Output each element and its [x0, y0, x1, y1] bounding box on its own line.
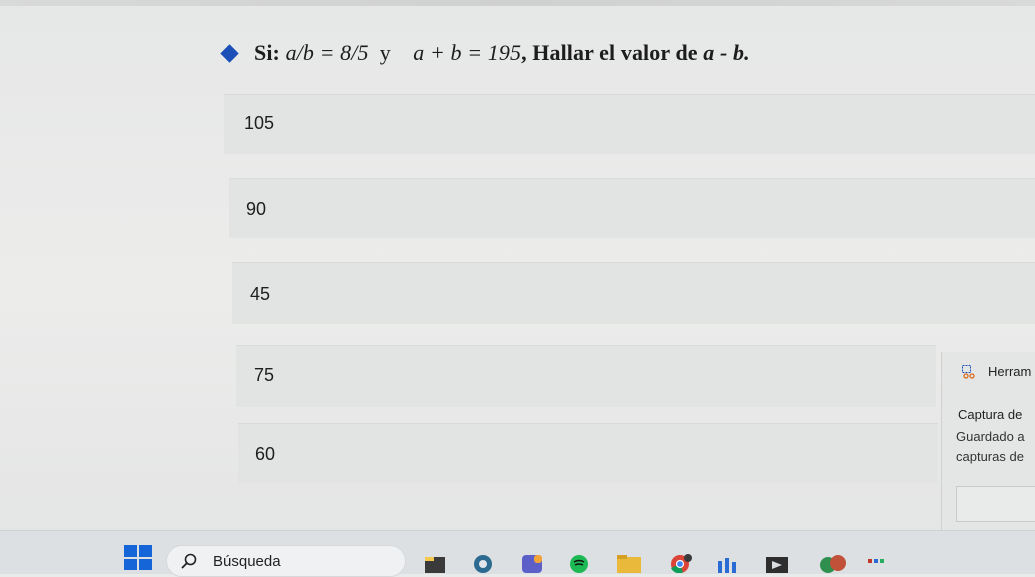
search-icon	[181, 553, 197, 569]
answer-option-label: 75	[254, 365, 275, 385]
browser-icon[interactable]	[472, 553, 494, 573]
question-condition-1: a/b = 8/5	[285, 40, 369, 65]
file-explorer-icon[interactable]	[424, 553, 446, 573]
notification-preview[interactable]	[956, 486, 1035, 522]
search-label: Búsqueda	[213, 552, 281, 570]
question-diamond-icon	[220, 43, 239, 63]
notification-title: Captura de	[958, 407, 1023, 422]
question-target: a - b.	[703, 40, 750, 65]
app-icon[interactable]	[818, 553, 848, 573]
answer-option-label: 45	[250, 284, 271, 304]
answer-option-b[interactable]: 90	[229, 178, 1035, 238]
question-connector	[369, 40, 380, 65]
question-condition-2: a + b = 195	[413, 40, 522, 65]
taskbar-search[interactable]: Búsqueda	[166, 545, 406, 577]
snipping-tool-icon	[962, 364, 975, 379]
answer-option-d[interactable]: 75	[236, 345, 936, 407]
notification-line-2: capturas de	[956, 449, 1024, 464]
app-icon[interactable]	[764, 553, 790, 573]
notification-app-name: Herram	[988, 364, 1032, 379]
top-edge	[0, 0, 1035, 6]
chrome-icon[interactable]	[668, 553, 694, 573]
answer-option-e[interactable]: 60	[238, 423, 938, 483]
question: Si: a/b = 8/5 y a + b = 195, Hallar el v…	[220, 40, 750, 66]
question-suffix: , Hallar el valor de	[521, 40, 704, 65]
snipping-tool-notification[interactable]: Herram Captura de Guardado a capturas de	[941, 352, 1035, 538]
quiz-page: Si: a/b = 8/5 y a + b = 195, Hallar el v…	[0, 0, 1035, 577]
notification-line-1: Guardado a	[956, 429, 1025, 444]
answer-option-a[interactable]: 105	[224, 94, 1035, 154]
answer-option-c[interactable]: 45	[232, 262, 1035, 324]
folder-icon[interactable]	[616, 553, 642, 573]
question-connector-word: y	[379, 40, 391, 65]
app-icon[interactable]	[866, 553, 888, 573]
notification-header: Herram	[962, 364, 1031, 379]
question-text: Si: a/b = 8/5 y a + b = 195, Hallar el v…	[254, 40, 750, 66]
taskbar: Búsqueda	[0, 530, 1035, 577]
teams-icon[interactable]	[520, 553, 544, 573]
app-icon[interactable]	[716, 553, 740, 573]
windows-start-icon[interactable]	[124, 545, 152, 570]
answer-option-label: 105	[244, 113, 275, 133]
answer-option-label: 90	[246, 199, 267, 219]
spotify-icon[interactable]	[568, 553, 590, 573]
answer-option-label: 60	[255, 444, 276, 464]
question-prefix: Si:	[254, 40, 286, 65]
